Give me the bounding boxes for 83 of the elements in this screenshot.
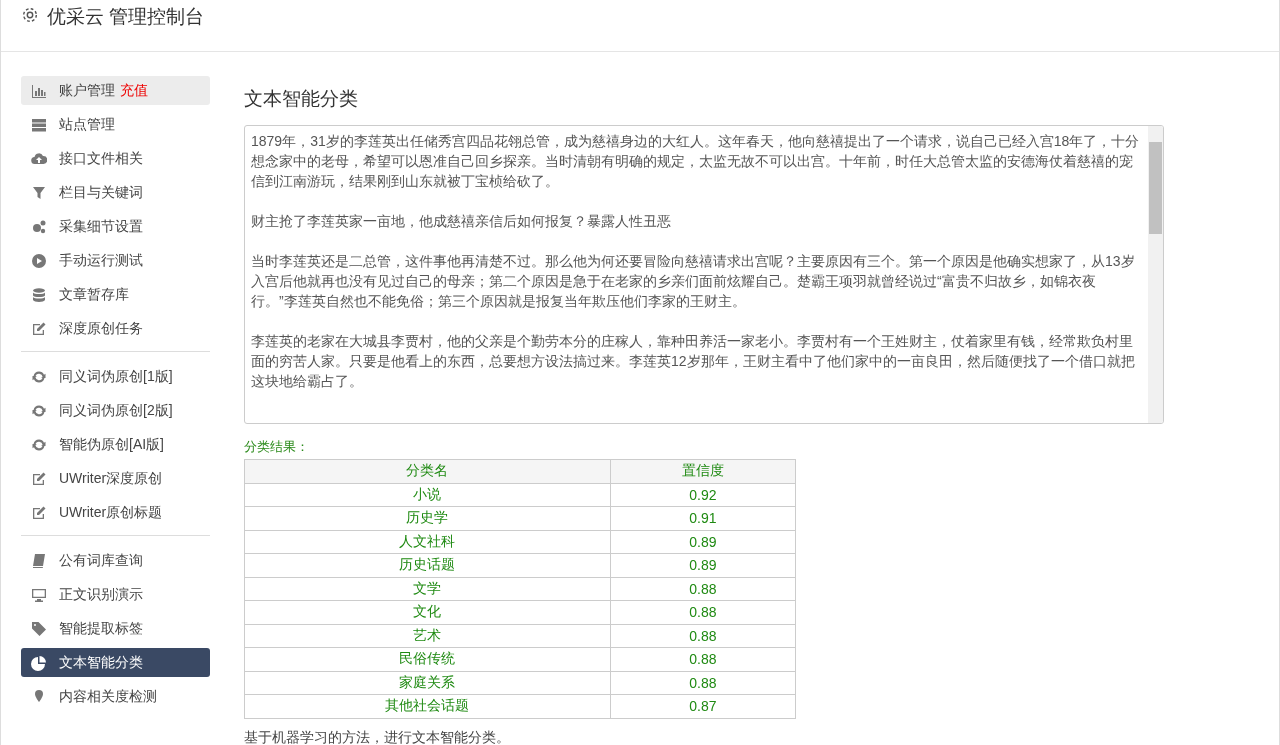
- sidebar-item[interactable]: 公有词库查询: [21, 546, 210, 575]
- sidebar-item[interactable]: 采集细节设置: [21, 212, 210, 241]
- paragraph: 李莲英的老家在大城县李贾村，他的父亲是个勤劳本分的庄稼人，靠种田养活一家老小。李贾村有一个王姓财主，仗着家里有钱，经常欺负村里面的穷苦人家。只要是他看上的东西，总要想方设法搞过来。李莲英12岁那年，王财主看中了他们家中的一亩良田，然后随便找了一个借口就把这块地给霸占了。: [251, 332, 1136, 391]
- sidebar-item[interactable]: 正文识别演示: [21, 580, 210, 609]
- sidebar-item[interactable]: 文章暂存库: [21, 280, 210, 309]
- app-title: 优采云 管理控制台: [47, 5, 205, 29]
- recharge-link[interactable]: 充值: [120, 81, 148, 100]
- edit-icon: [31, 470, 47, 487]
- column-header: 置信度: [610, 459, 796, 483]
- database-icon: [31, 286, 47, 303]
- book-icon: [31, 552, 47, 569]
- sidebar-item[interactable]: 接口文件相关: [21, 144, 210, 173]
- monitor-icon: [31, 586, 47, 603]
- table-cell: 其他社会话题: [244, 694, 611, 718]
- filter-icon: [31, 184, 47, 201]
- table-cell: 小说: [244, 483, 611, 507]
- play-icon: [31, 252, 47, 269]
- table-cell: 文学: [244, 577, 611, 601]
- table-cell: 0.88: [610, 600, 796, 624]
- table-cell: 艺术: [244, 624, 611, 648]
- sidebar-item[interactable]: 文本智能分类: [21, 648, 210, 677]
- cloud-upload-icon: [31, 150, 47, 167]
- sidebar-item[interactable]: 深度原创任务: [21, 314, 210, 343]
- table-cell: 人文社科: [244, 530, 611, 554]
- item-label: 深度原创任务: [59, 319, 143, 338]
- column-header: 分类名: [244, 459, 611, 483]
- pie-chart-icon: [31, 654, 47, 671]
- table-cell: 历史话题: [244, 553, 611, 577]
- sidebar-item[interactable]: 内容相关度检测: [21, 682, 210, 711]
- item-label: 站点管理: [59, 115, 115, 134]
- item-label: 文本智能分类: [59, 653, 143, 672]
- item-label: 采集细节设置: [59, 217, 143, 236]
- result-label: 分类结果：: [244, 438, 310, 456]
- item-label: 智能提取标签: [59, 619, 143, 638]
- sidebar-item[interactable]: 同义词伪原创[2版]: [21, 396, 210, 425]
- item-label: 内容相关度检测: [59, 687, 157, 706]
- item-label: 接口文件相关: [59, 149, 143, 168]
- paragraph: 财主抢了李莲英家一亩地，他成慈禧亲信后如何报复？暴露人性丑恶: [251, 212, 672, 231]
- item-label: 公有词库查询: [59, 551, 143, 570]
- item-label: 栏目与关键词: [59, 183, 143, 202]
- paragraph: 当时李莲英还是二总管，这件事他再清楚不过。那么他为何还要冒险向慈禧请求出宫呢？主要原因有三个。第一个原因是他确实想家了，从13岁入宫后他就再也没有见过自己的母亲；第二个原因是急于在老家的乡亲们面前炫耀自己。楚霸王项羽就曾经说过“富贵不归故乡，如锦衣夜行。”李莲英自然也不能免俗；第三个原因就是报复当年欺压他们李家的王财主。: [251, 252, 1136, 311]
- sidebar-item[interactable]: 智能提取标签: [21, 614, 210, 643]
- item-label: 智能伪原创[AI版]: [59, 435, 164, 454]
- table-cell: 0.92: [610, 483, 796, 507]
- sidebar-item[interactable]: 智能伪原创[AI版]: [21, 430, 210, 459]
- tag-icon: [31, 620, 47, 637]
- item-label: UWriter原创标题: [59, 503, 163, 522]
- table-cell: 0.88: [610, 647, 796, 671]
- table-cell: 0.89: [610, 530, 796, 554]
- table-cell: 0.88: [610, 624, 796, 648]
- table-cell: 0.88: [610, 577, 796, 601]
- item-label: 文章暂存库: [59, 285, 129, 304]
- table-cell: 0.88: [610, 671, 796, 695]
- item-label: 同义词伪原创[2版]: [59, 401, 173, 420]
- description-text: 基于机器学习的方法，进行文本智能分类。: [244, 728, 511, 745]
- paragraph: 1879年，31岁的李莲英出任储秀宫四品花翎总管，成为慈禧身边的大红人。这年春天，他向慈禧提出了一个请求，说自己已经入宫18年了，十分想念家中的老母，希望可以恩准自己回乡探亲。当时清朝有明确的规定，太监无故不可以出宫。十年前，时任大总管太监的安德海仗着慈禧的宠信到江南游玩，结果刚到山东就被丁宝桢给砍了。: [251, 132, 1141, 191]
- settings-icon: [21, 6, 39, 24]
- server-icon: [31, 116, 47, 133]
- item-label: UWriter深度原创: [59, 469, 163, 488]
- edit-icon: [31, 504, 47, 521]
- table-cell: 文化: [244, 600, 611, 624]
- table-cell: 家庭关系: [244, 671, 611, 695]
- sidebar-item[interactable]: 站点管理: [21, 110, 210, 139]
- table-cell: 0.87: [610, 694, 796, 718]
- table-cell: 历史学: [244, 506, 611, 530]
- page-heading: 文本智能分类: [244, 87, 359, 111]
- table-cell: 民俗传统: [244, 647, 611, 671]
- item-label: 正文识别演示: [59, 585, 143, 604]
- table-cell: 0.91: [610, 506, 796, 530]
- item-label: 账户管理: [59, 81, 115, 100]
- item-label: 同义词伪原创[1版]: [59, 367, 173, 386]
- sidebar-item[interactable]: 账户管理 充值: [21, 76, 210, 105]
- bar-chart-icon: [31, 82, 47, 99]
- text-input-area[interactable]: [244, 125, 1164, 424]
- sidebar-item[interactable]: UWriter原创标题: [21, 498, 210, 527]
- sidebar-item[interactable]: 手动运行测试: [21, 246, 210, 275]
- sidebar-item[interactable]: UWriter深度原创: [21, 464, 210, 493]
- sidebar-item[interactable]: 栏目与关键词: [21, 178, 210, 207]
- sidebar-item[interactable]: 同义词伪原创[1版]: [21, 362, 210, 391]
- edit-icon: [31, 320, 47, 337]
- item-label: 手动运行测试: [59, 251, 143, 270]
- scrollbar[interactable]: [1148, 126, 1163, 423]
- table-cell: 0.89: [610, 553, 796, 577]
